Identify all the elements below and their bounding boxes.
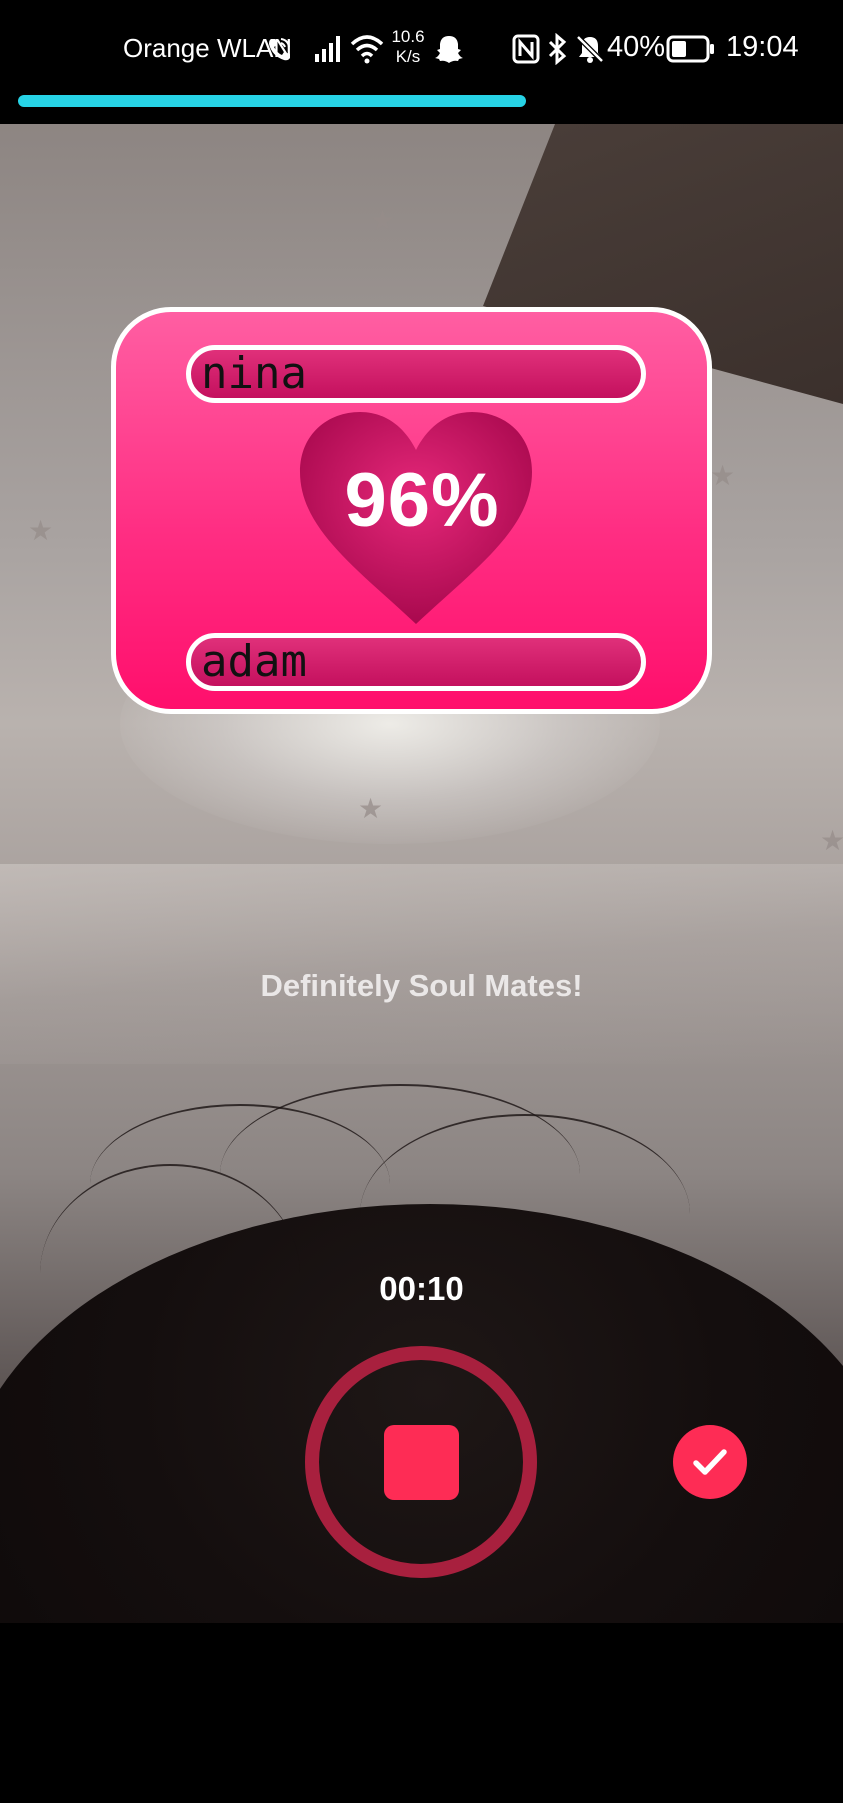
bluetooth-icon — [548, 33, 567, 65]
confirm-button[interactable] — [673, 1425, 747, 1499]
bottom-bar — [0, 1623, 843, 1803]
star-decal: ★ — [358, 793, 384, 824]
status-bar: Orange WLAN 10.6 K/s 40% 19:04 — [0, 0, 843, 100]
stop-icon[interactable] — [384, 1425, 459, 1500]
battery-icon — [666, 35, 714, 63]
recording-progress-fill — [18, 95, 527, 107]
compatibility-percent: 96% — [344, 458, 500, 543]
name-bar-bottom: adam — [186, 633, 646, 691]
name-top: nina — [201, 348, 307, 399]
network-speed: 10.6 K/s — [388, 27, 428, 67]
recording-progress — [18, 95, 825, 107]
name-bar-top: nina — [186, 345, 646, 403]
speed-value: 10.6 — [391, 27, 425, 46]
signal-icon — [315, 36, 340, 62]
bell-off-icon — [576, 35, 604, 63]
love-calculator-card: nina 96% adam — [111, 307, 712, 714]
speed-unit: K/s — [395, 47, 421, 66]
wifi-icon — [350, 35, 384, 64]
wall-edge — [0, 864, 843, 1064]
name-bottom: adam — [201, 636, 307, 687]
wifi-call-icon — [269, 38, 290, 61]
battery-percent: 40% — [607, 31, 666, 63]
result-text: Definitely Soul Mates! — [260, 968, 583, 1003]
snapchat-icon — [435, 36, 463, 63]
star-decal: ★ — [370, 205, 396, 236]
check-icon — [693, 1449, 727, 1475]
star-decal: ★ — [820, 825, 843, 856]
star-decal: ★ — [710, 460, 736, 491]
star-decal: ★ — [28, 515, 54, 546]
clock: 19:04 — [726, 31, 799, 63]
nfc-icon — [512, 34, 540, 64]
recording-timer: 00:10 — [379, 1270, 464, 1307]
